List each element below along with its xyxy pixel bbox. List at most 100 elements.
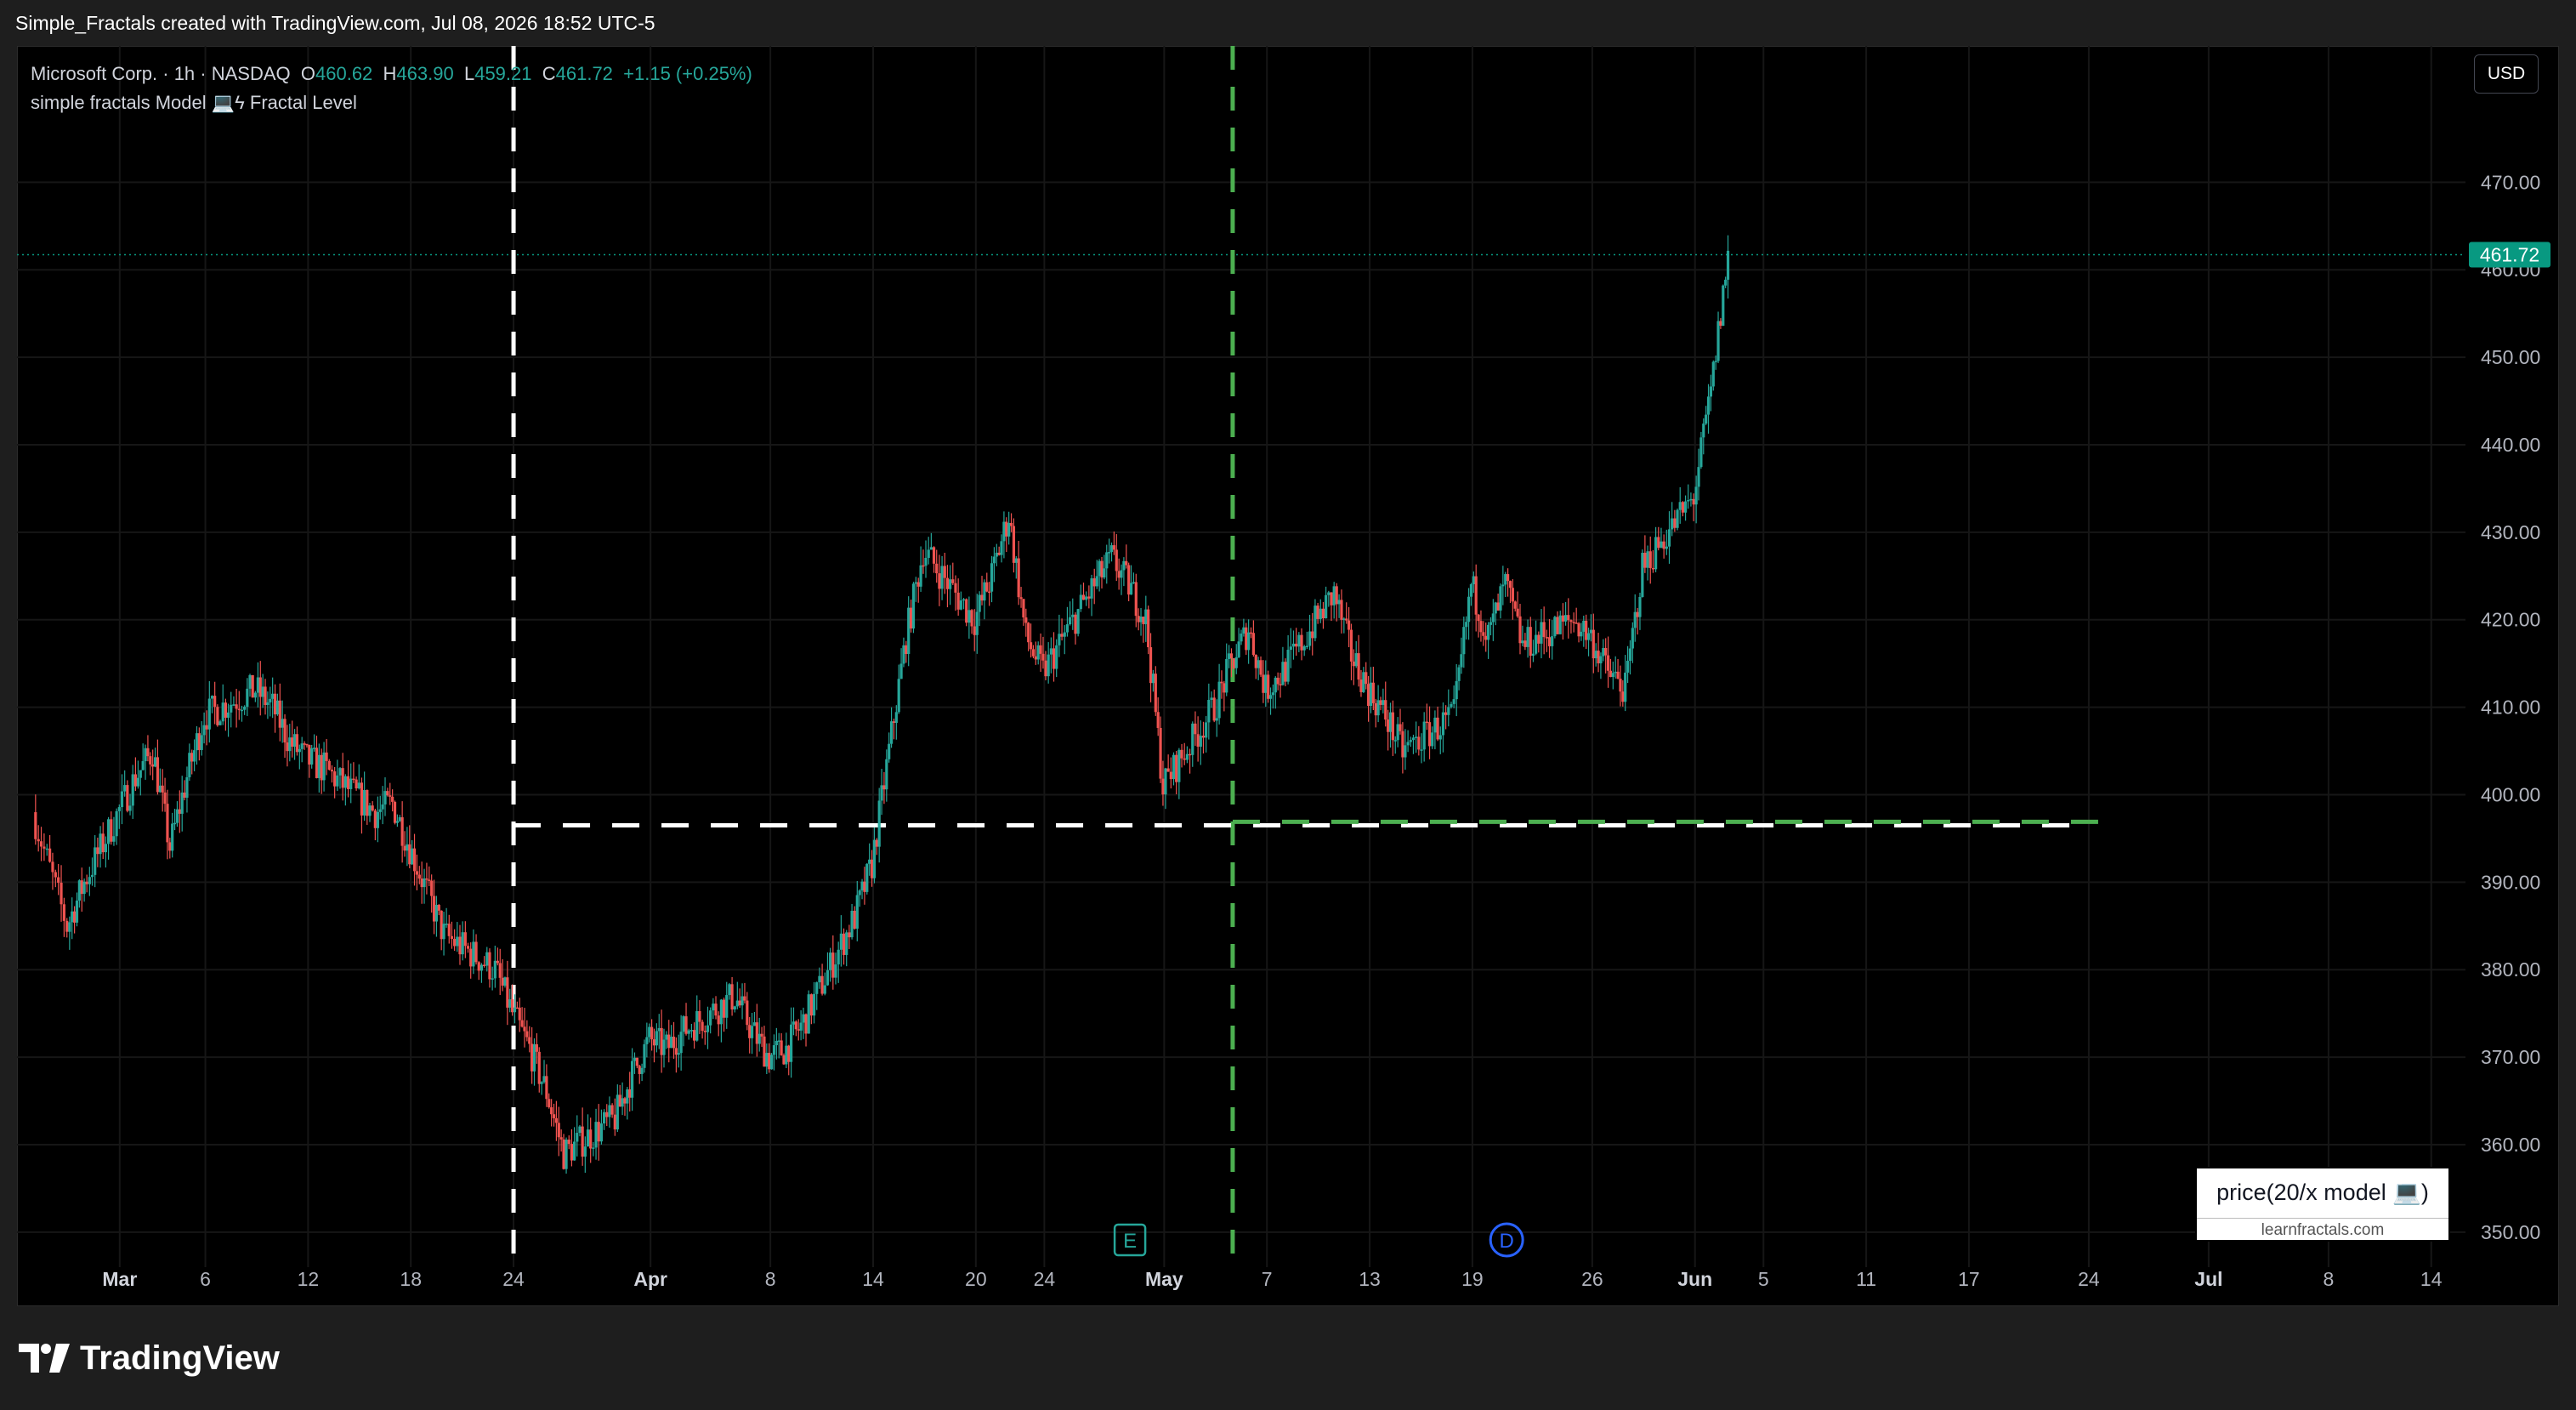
candle-body bbox=[149, 756, 152, 765]
candle-body bbox=[1678, 502, 1682, 510]
candle-body bbox=[567, 1140, 570, 1145]
candle-body bbox=[799, 1022, 803, 1031]
candle-body bbox=[902, 645, 905, 664]
candle-body bbox=[872, 839, 877, 878]
model-info-subtitle: learnfractals.com bbox=[2197, 1218, 2448, 1242]
candle-body bbox=[706, 1025, 710, 1032]
candle-body bbox=[393, 801, 397, 823]
candle-body bbox=[1683, 501, 1688, 513]
candle-body bbox=[1232, 658, 1235, 668]
low-label: L bbox=[463, 63, 475, 84]
candle-body bbox=[428, 879, 431, 881]
symbol-title[interactable]: Microsoft Corp. · 1h · NASDAQ bbox=[31, 63, 291, 84]
candle-body bbox=[608, 1105, 611, 1117]
candle-body bbox=[360, 782, 364, 816]
x-tick-label: 18 bbox=[400, 1268, 422, 1290]
price-chart[interactable]: 350.00 360.00 370.00 380.00 390.00 400.00 410.… bbox=[0, 0, 2576, 1410]
candle-body bbox=[1499, 586, 1502, 611]
candle-body bbox=[1142, 617, 1145, 624]
high-value: 463.90 bbox=[396, 63, 454, 84]
candle-body bbox=[1702, 424, 1705, 438]
candle-body bbox=[322, 752, 326, 781]
candle-body bbox=[916, 582, 920, 587]
x-tick-label: 5 bbox=[1758, 1268, 1769, 1290]
candle-body bbox=[386, 791, 389, 796]
candle-body bbox=[253, 692, 257, 698]
candle-body bbox=[1569, 620, 1573, 623]
candle-body bbox=[1217, 681, 1221, 719]
candle-body bbox=[875, 839, 878, 847]
candle-body bbox=[90, 874, 94, 878]
candle-body bbox=[320, 754, 323, 781]
candle-body bbox=[1302, 646, 1306, 651]
x-tick-label: Apr bbox=[633, 1268, 667, 1290]
candle-body bbox=[515, 1007, 519, 1009]
candle-body bbox=[725, 995, 729, 1018]
currency-button[interactable]: USD bbox=[2474, 54, 2539, 94]
y-tick-label: 390.00 bbox=[2481, 871, 2540, 893]
candle-body bbox=[442, 924, 445, 940]
candle-body bbox=[466, 946, 470, 949]
candle-body bbox=[1673, 518, 1677, 528]
y-tick-label: 370.00 bbox=[2481, 1046, 2540, 1068]
candle-body bbox=[525, 1031, 529, 1038]
candle-body bbox=[1441, 712, 1445, 736]
indicator-title[interactable]: simple fractals Model 💻ϟ Fractal Level bbox=[31, 88, 752, 117]
candle-body bbox=[602, 1112, 606, 1124]
candle-body bbox=[679, 1032, 683, 1054]
x-tick-label: 24 bbox=[2078, 1268, 2100, 1290]
candle-body bbox=[528, 1037, 531, 1044]
candle-body bbox=[417, 874, 421, 879]
candle-body bbox=[106, 819, 111, 844]
x-tick-label: 14 bbox=[2420, 1268, 2443, 1290]
candle-body bbox=[870, 859, 874, 878]
candle-body bbox=[1633, 611, 1637, 628]
candle-body bbox=[1535, 634, 1538, 654]
candle-body bbox=[406, 844, 409, 851]
candle-body bbox=[1149, 647, 1153, 684]
candle-body bbox=[780, 1040, 783, 1055]
candle-body bbox=[1137, 616, 1140, 623]
candle-body bbox=[929, 547, 933, 550]
y-tick-label: 400.00 bbox=[2481, 783, 2540, 805]
candle-body bbox=[1484, 635, 1488, 640]
candle-body bbox=[1425, 721, 1428, 724]
tradingview-logo[interactable]: TradingView bbox=[19, 1337, 280, 1379]
candle-body bbox=[757, 1033, 761, 1044]
candle-body bbox=[1455, 680, 1458, 700]
candle-body bbox=[978, 594, 981, 612]
candle-body bbox=[1228, 653, 1231, 659]
candle-body bbox=[863, 881, 866, 892]
candle-body bbox=[785, 1045, 788, 1065]
candle-body bbox=[261, 686, 264, 697]
candle-body bbox=[1254, 655, 1257, 668]
candle-body bbox=[949, 579, 952, 589]
candle-body bbox=[1154, 674, 1157, 713]
candle-body bbox=[1034, 656, 1037, 660]
candle-body bbox=[1264, 674, 1268, 693]
candle-body bbox=[1251, 633, 1255, 656]
candle-body bbox=[714, 1003, 718, 1016]
candle-body bbox=[1619, 679, 1622, 692]
candle-body bbox=[166, 804, 169, 843]
candle-body bbox=[1427, 722, 1432, 747]
candle-body bbox=[1651, 567, 1655, 570]
candle-body bbox=[412, 848, 417, 872]
candle-body bbox=[815, 982, 819, 994]
candle-body bbox=[1529, 627, 1532, 657]
candle-body bbox=[638, 1066, 641, 1074]
open-label: O bbox=[300, 63, 315, 84]
candle-body bbox=[792, 1021, 796, 1025]
candle-body bbox=[1387, 719, 1390, 732]
candle-body bbox=[336, 775, 339, 787]
candle-body bbox=[618, 1094, 621, 1107]
candle-body bbox=[1714, 361, 1717, 362]
candle-body bbox=[1319, 608, 1322, 619]
candle-body bbox=[1169, 771, 1172, 780]
candle-body bbox=[850, 910, 854, 938]
candle-body bbox=[65, 920, 69, 932]
candle-body bbox=[1047, 654, 1050, 677]
candle-body bbox=[1676, 509, 1679, 528]
candle-body bbox=[1694, 486, 1698, 505]
candle-body bbox=[213, 696, 217, 708]
